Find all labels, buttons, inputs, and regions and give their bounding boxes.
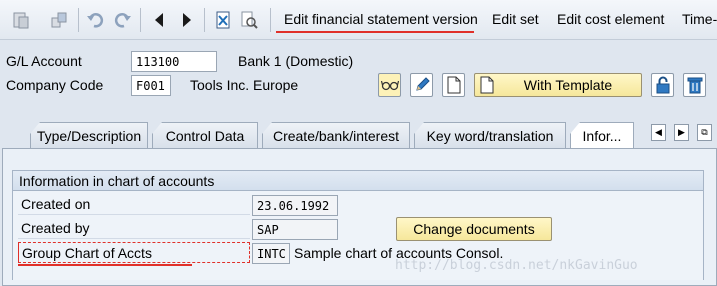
created-on-value: 23.06.1992 <box>257 198 330 213</box>
created-by-value: SAP <box>257 222 279 237</box>
company-code-label: Company Code <box>6 77 104 93</box>
tab-label: Control Data <box>165 127 245 144</box>
menu-time[interactable]: Time- <box>682 11 717 27</box>
tab-key-word-translation[interactable]: Key word/translation <box>414 122 566 148</box>
display-change-icon[interactable] <box>10 9 32 31</box>
tab-list-icon: ⧉ <box>701 127 708 137</box>
highlight-underline-coa <box>18 264 192 266</box>
application-toolbar: Edit financial statement version Edit se… <box>0 0 717 40</box>
with-template-label: With Template <box>523 77 613 93</box>
undo-icon[interactable] <box>84 9 106 31</box>
group-coa-label: Group Chart of Accts <box>18 242 250 263</box>
created-by-label: Created by <box>18 218 250 239</box>
template-document-icon <box>480 76 494 94</box>
highlight-underline <box>276 31 474 33</box>
menu-edit-set[interactable]: Edit set <box>492 11 539 27</box>
glasses-icon <box>380 80 399 91</box>
lock-icon <box>656 76 669 94</box>
create-button[interactable] <box>442 73 465 97</box>
gl-account-field[interactable]: 113100 <box>131 51 217 72</box>
tab-control-data[interactable]: Control Data <box>152 122 258 148</box>
trash-icon <box>687 77 702 94</box>
company-code-field[interactable]: F001 <box>131 75 171 96</box>
created-on-label: Created on <box>18 194 250 215</box>
group-title: Information in chart of accounts <box>12 170 704 190</box>
tab-create-bank-interest[interactable]: Create/bank/interest <box>262 122 410 148</box>
created-on-field[interactable]: 23.06.1992 <box>252 195 338 216</box>
edit-button[interactable] <box>410 73 433 97</box>
tab-information[interactable]: Infor... <box>570 122 634 149</box>
next-icon[interactable] <box>176 9 198 31</box>
change-documents-button[interactable]: Change documents <box>396 217 552 241</box>
group-coa-value: INTC <box>257 246 286 261</box>
gl-account-value: 113100 <box>136 54 180 69</box>
gl-account-description: Bank 1 (Domestic) <box>238 53 354 69</box>
tab-list-button[interactable]: ⧉ <box>697 124 712 141</box>
scroll-left-icon: ◀ <box>655 127 662 137</box>
tab-scroll-right-button[interactable]: ▶ <box>674 124 689 141</box>
tab-label: Type/Description <box>36 127 142 144</box>
watermark: http://blog.csdn.net/nkGavinGuo <box>395 258 638 273</box>
document-icon <box>447 76 460 94</box>
tab-label: Key word/translation <box>426 127 554 144</box>
find-icon[interactable] <box>238 9 260 31</box>
menu-edit-cost-element[interactable]: Edit cost element <box>557 11 664 27</box>
delete-icon[interactable] <box>212 9 234 31</box>
other-object-icon[interactable] <box>48 9 70 31</box>
glasses-button[interactable] <box>378 73 401 97</box>
pencil-icon <box>415 77 430 91</box>
tab-type-description[interactable]: Type/Description <box>30 122 148 148</box>
tab-scroll-left-button[interactable]: ◀ <box>651 124 666 141</box>
delete-record-button[interactable] <box>683 73 706 97</box>
previous-icon[interactable] <box>148 9 170 31</box>
created-by-field[interactable]: SAP <box>252 219 338 240</box>
gl-account-label: G/L Account <box>6 53 82 69</box>
tab-label: Create/bank/interest <box>272 127 400 144</box>
scroll-right-icon: ▶ <box>678 127 685 137</box>
lock-button[interactable] <box>651 73 674 97</box>
company-code-description: Tools Inc. Europe <box>190 77 299 93</box>
tab-label: Infor... <box>582 128 622 144</box>
redo-icon[interactable] <box>112 9 134 31</box>
company-code-value: F001 <box>136 78 165 93</box>
group-title-text: Information in chart of accounts <box>19 172 215 189</box>
with-template-button[interactable]: With Template <box>474 73 642 97</box>
change-documents-label: Change documents <box>413 221 535 237</box>
menu-edit-fs-version[interactable]: Edit financial statement version <box>284 11 478 27</box>
group-coa-field[interactable]: INTC <box>252 243 290 264</box>
